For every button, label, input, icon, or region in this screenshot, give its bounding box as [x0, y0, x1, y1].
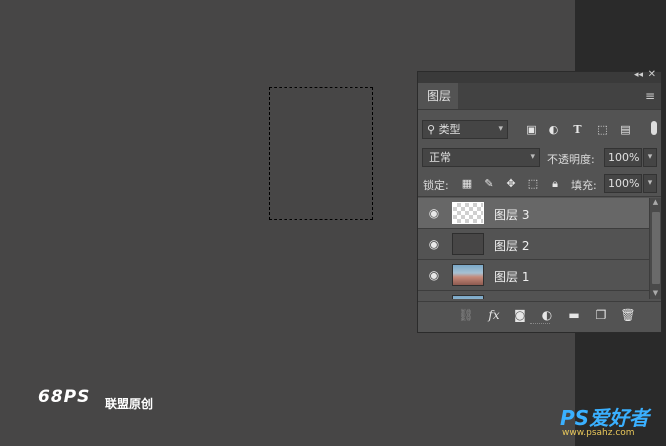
panel-menu-icon[interactable]: ≡: [645, 89, 655, 103]
filter-toggle[interactable]: [651, 121, 657, 135]
lock-image-pixels-icon[interactable]: ✎: [482, 177, 496, 191]
site-url: www.psahz.com: [562, 428, 635, 438]
panel-header-strip: ◂◂ ✕: [418, 69, 661, 83]
fill-input[interactable]: 100%: [604, 174, 642, 193]
watermark-tagline: 联盟原创: [105, 397, 154, 411]
image-filter-icon[interactable]: ▣: [524, 122, 539, 137]
watermark-brand: 68PS: [38, 387, 91, 407]
new-layer-icon[interactable]: ❐: [593, 307, 609, 323]
lock-transparent-pixels-icon[interactable]: ▦: [460, 177, 474, 191]
layer-thumbnail: [452, 202, 484, 224]
eye-icon[interactable]: ◉: [427, 268, 441, 282]
site-logo: PS爱好者: [560, 406, 650, 430]
prevent-autonest-icon[interactable]: ⬚: [526, 177, 540, 191]
search-icon: ⚲: [427, 123, 436, 136]
lock-row: 锁定: ▦ ✎ ✥ ⬚ 🔒︎ 填充: 100% ▾: [418, 172, 661, 197]
layer-row[interactable]: ◉ 背景: [418, 291, 649, 299]
layer-name: 图层 1: [494, 270, 530, 284]
trash-icon[interactable]: 🗑︎: [620, 307, 636, 323]
layers-scrollbar[interactable]: ▲ ▼: [649, 198, 661, 299]
layer-thumbnail: [452, 264, 484, 286]
selection-marquee: [269, 87, 373, 220]
scroll-up-icon[interactable]: ▲: [650, 198, 661, 208]
fill-label: 填充:: [571, 179, 597, 192]
shape-filter-icon[interactable]: ⬚: [595, 122, 610, 137]
close-icon[interactable]: ✕: [648, 69, 656, 80]
blend-mode-select[interactable]: 正常 ▾: [422, 148, 540, 167]
scroll-down-icon[interactable]: ▼: [650, 289, 661, 299]
lock-all-icon[interactable]: 🔒︎: [548, 177, 562, 191]
panel-tab-row: 图层 ≡: [418, 83, 661, 110]
new-group-icon[interactable]: ▬: [566, 307, 582, 323]
layer-row[interactable]: ◉ 图层 3: [418, 198, 649, 229]
smart-object-filter-icon[interactable]: ▤: [618, 122, 633, 137]
filter-kind-label: 类型: [438, 123, 461, 136]
layers-list: ◉ 图层 3 ◉ 图层 2 ◉ 图层 1 ◉ 背景: [418, 198, 649, 299]
lock-position-icon[interactable]: ✥: [504, 177, 518, 191]
lock-label: 锁定:: [423, 179, 449, 192]
opacity-label: 不透明度:: [547, 153, 595, 166]
panel-bottom-bar: ⛓ fx ◙ ◐ ▬ ❐ 🗑︎: [418, 301, 661, 328]
fx-icon[interactable]: fx: [486, 307, 502, 323]
layer-thumbnail: [452, 295, 484, 299]
filter-row: ⚲ 类型 ▾ ▣ ◐ T ⬚ ▤: [418, 116, 661, 142]
eye-icon[interactable]: ◉: [427, 237, 441, 251]
filter-kind-select[interactable]: ⚲ 类型 ▾: [422, 120, 508, 139]
chevron-down-icon: ▾: [530, 152, 535, 162]
scroll-thumb[interactable]: [652, 212, 660, 284]
layer-row[interactable]: ◉ 图层 1: [418, 260, 649, 291]
resize-grip[interactable]: [530, 323, 550, 327]
layer-name: 图层 2: [494, 239, 530, 253]
layer-thumbnail: [452, 233, 484, 255]
fill-dropdown-icon[interactable]: ▾: [643, 174, 657, 193]
type-filter-icon[interactable]: T: [570, 122, 585, 137]
blend-row: 正常 ▾ 不透明度: 100% ▾: [418, 146, 661, 170]
add-mask-icon[interactable]: ◙: [512, 307, 528, 323]
eye-icon[interactable]: ◉: [427, 206, 441, 220]
tab-layers[interactable]: 图层: [418, 83, 458, 109]
opacity-dropdown-icon[interactable]: ▾: [643, 148, 657, 167]
blend-mode-value: 正常: [429, 151, 451, 164]
adjustment-filter-icon[interactable]: ◐: [546, 122, 561, 137]
collapse-icon[interactable]: ◂◂: [634, 70, 643, 80]
layer-row[interactable]: ◉ 图层 2: [418, 229, 649, 260]
chevron-down-icon: ▾: [498, 124, 503, 134]
opacity-input[interactable]: 100%: [604, 148, 642, 167]
layer-name: 图层 3: [494, 208, 530, 222]
link-layers-icon[interactable]: ⛓: [458, 307, 474, 323]
layers-panel: ◂◂ ✕ 图层 ≡ ⚲ 类型 ▾ ▣ ◐ T ⬚ ▤ 正常 ▾ 不透明度: 10…: [417, 69, 662, 333]
new-adjustment-layer-icon[interactable]: ◐: [539, 307, 555, 323]
